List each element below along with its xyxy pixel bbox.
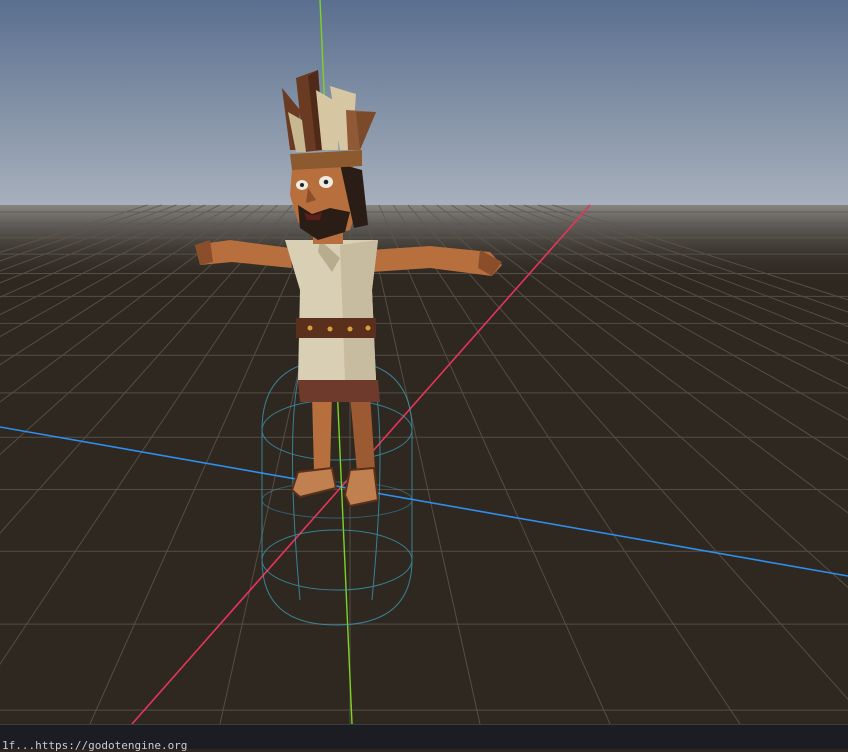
belt-stud xyxy=(347,326,353,332)
sky xyxy=(0,0,848,210)
status-text: 1f...https://godotengine.org xyxy=(2,739,188,752)
belt-stud xyxy=(365,325,371,331)
editor-bottom-bar: 1f...https://godotengine.org xyxy=(0,724,848,752)
right-sandal xyxy=(343,466,380,508)
belt-stud xyxy=(307,325,313,331)
belt-stud xyxy=(327,326,333,332)
left-leg xyxy=(312,395,332,472)
3d-viewport[interactable] xyxy=(0,0,848,724)
skirt xyxy=(298,380,380,402)
scene-canvas[interactable] xyxy=(0,0,848,724)
